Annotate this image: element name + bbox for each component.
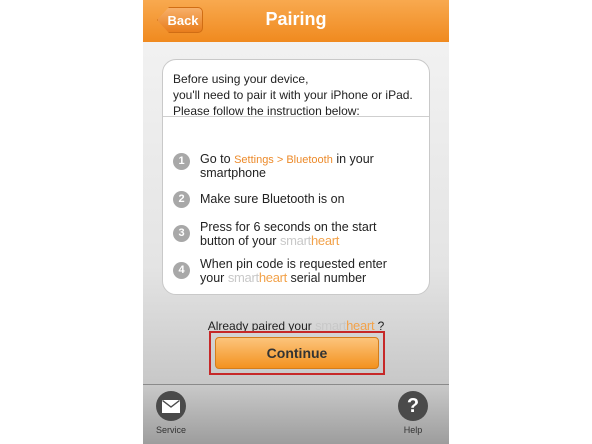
tab-help[interactable]: ? Help (398, 391, 428, 435)
question-icon: ? (398, 391, 428, 421)
tab-bar: Service ? Help (143, 384, 449, 444)
step-1: 1 Go to Settings > Bluetooth in your sma… (173, 153, 374, 180)
tab-service[interactable]: Service (156, 391, 186, 435)
step-number: 3 (173, 225, 190, 242)
step-2: 2 Make sure Bluetooth is on (173, 191, 345, 208)
intro-line-2: you'll need to pair it with your iPhone … (173, 88, 413, 102)
step-1-text-after: in your (336, 152, 374, 166)
step-1-text: Go to (200, 152, 231, 166)
step-2-text: Make sure Bluetooth is on (200, 192, 345, 206)
envelope-icon (156, 391, 186, 421)
step-4: 4 When pin code is requested enter your … (173, 258, 387, 285)
page-title: Pairing (265, 9, 327, 29)
continue-highlight: Continue (209, 331, 385, 375)
step-4-line-2-post: serial number (290, 271, 367, 285)
tab-service-label: Service (156, 425, 187, 435)
step-4-line-2-pre: your (200, 271, 225, 285)
intro-line-1: Before using your device, (173, 72, 309, 86)
step-number: 1 (173, 153, 190, 170)
settings-bluetooth-link: Settings > Bluetooth (234, 154, 333, 166)
tab-help-label: Help (403, 425, 423, 435)
navigation-bar: Back Pairing (143, 0, 449, 42)
intro-line-3: Please follow the instruction below: (173, 104, 360, 118)
step-number: 4 (173, 262, 190, 279)
smartheart-logo: smartheart (279, 233, 340, 248)
phone-screen: Back Pairing Before using your device, y… (143, 0, 449, 444)
step-3-line-2: button of your (200, 234, 277, 248)
continue-button[interactable]: Continue (215, 337, 379, 369)
smartheart-logo: smartheart (227, 270, 287, 285)
step-1-line-2: smartphone (200, 166, 267, 180)
step-3: 3 Press for 6 seconds on the start butto… (173, 221, 376, 248)
instructions-card: Before using your device, you'll need to… (162, 59, 430, 295)
step-number: 2 (173, 191, 190, 208)
intro-text: Before using your device, you'll need to… (163, 60, 429, 118)
